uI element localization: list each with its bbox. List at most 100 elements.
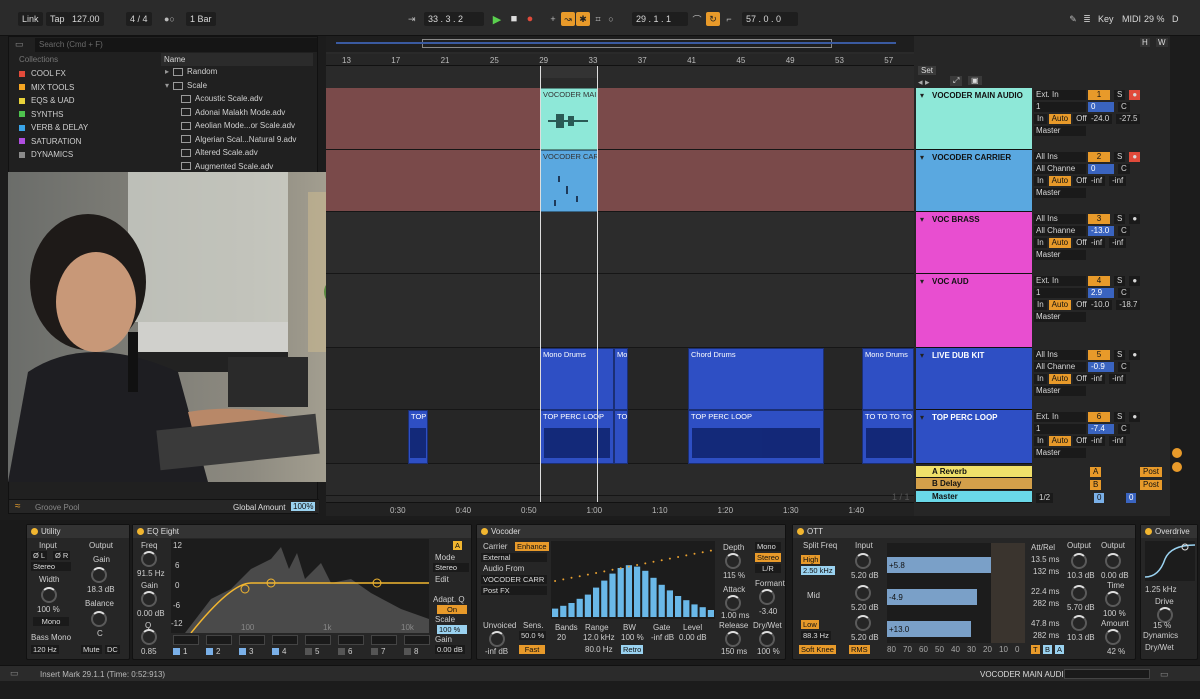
automation-arm-icon[interactable]: ↝ [561, 12, 575, 26]
groove-pool-icon[interactable]: ≈ [15, 501, 21, 512]
collection-item[interactable]: SATURATION [19, 135, 81, 148]
status-toggle-icon[interactable]: ▭ [10, 668, 19, 679]
track-header[interactable]: ▾ VOC BRASS [916, 212, 1032, 274]
arm-icon[interactable]: ● [1129, 350, 1141, 360]
master-volume[interactable]: 0 [1094, 493, 1105, 503]
master-pan[interactable]: 0 [1126, 493, 1137, 503]
link-button[interactable]: Link [18, 12, 43, 26]
pan-field[interactable]: C [1118, 424, 1130, 434]
att-mid[interactable]: 22.4 ms [1031, 587, 1059, 596]
fold-track-icon[interactable]: ▾ [920, 277, 924, 286]
input-channel-select[interactable]: 1 [1034, 288, 1086, 298]
arm-icon[interactable]: ● [1129, 412, 1141, 422]
input-channel-select[interactable]: All Channe [1034, 164, 1086, 174]
stop-icon[interactable]: ■ [507, 12, 521, 26]
band-on-icon[interactable] [404, 648, 411, 655]
mute-button[interactable]: Mute [81, 645, 102, 654]
eq-scale-field[interactable]: 100 % [437, 625, 467, 634]
arm-icon[interactable]: ● [1129, 214, 1141, 224]
eq-q-knob[interactable] [141, 629, 157, 645]
quantize-menu[interactable]: 1 Bar [186, 12, 216, 26]
output-high-knob[interactable] [1071, 553, 1087, 569]
punch-icon[interactable]: ○ [604, 12, 618, 26]
add-locator-icon[interactable]: ◂ ▸ [918, 77, 930, 88]
fold-track-icon[interactable]: ▾ [920, 413, 924, 422]
input-type-select[interactable]: All Ins [1034, 214, 1086, 224]
eq-band-filter[interactable]: 8 [404, 635, 430, 656]
output-mid-knob[interactable] [1071, 585, 1087, 601]
eq-out-gain-field[interactable]: 0.00 dB [435, 645, 465, 654]
input-channel-select[interactable]: All Channe [1034, 226, 1086, 236]
ott-t-button[interactable]: T [1031, 645, 1040, 654]
draw-mode-icon[interactable]: ✎ [1066, 12, 1080, 26]
monitor-in-button[interactable]: In [1034, 114, 1047, 124]
master-header[interactable]: Master [916, 491, 1032, 503]
tempo-field[interactable]: 127.00 [68, 12, 104, 26]
range-low-value[interactable]: 80.0 Hz [585, 645, 613, 654]
keyboard-icon[interactable]: ≣ [1080, 12, 1094, 26]
bw-value[interactable]: 100 % [621, 633, 644, 642]
input-low-knob[interactable] [855, 615, 871, 631]
record-icon[interactable]: ● [523, 12, 537, 26]
browser-toggle-icon[interactable]: ▭ [15, 39, 24, 50]
ott-title[interactable]: OTT [793, 525, 1135, 538]
input-channel-select[interactable]: 1 [1034, 424, 1086, 434]
eq-band-filter[interactable]: 2 [206, 635, 232, 656]
mono-button[interactable]: Mono [755, 542, 781, 551]
pan-field[interactable]: C [1118, 164, 1130, 174]
solo-button[interactable]: S [1114, 350, 1126, 360]
rel-mid[interactable]: 282 ms [1033, 599, 1059, 608]
loop-length[interactable]: 57 . 0 . 0 [742, 12, 798, 26]
eq-mode-select[interactable]: Stereo [433, 563, 469, 572]
input-type-select[interactable]: All Ins [1034, 350, 1086, 360]
vocoder-drywet-knob[interactable] [759, 631, 775, 647]
ott-meter-display[interactable]: +5.8 -4.9 +13.0 [887, 543, 1025, 643]
fold-track-icon[interactable]: ▾ [920, 91, 924, 100]
track-header[interactable]: ▾ LIVE DUB KIT [916, 348, 1032, 410]
file-item[interactable]: Altered Scale.adv [181, 148, 258, 157]
vocoder-title[interactable]: Vocoder [477, 525, 785, 538]
collection-item[interactable]: DYNAMICS [19, 148, 73, 161]
pan-field[interactable]: C [1118, 102, 1130, 112]
gain-knob[interactable] [91, 567, 107, 583]
monitor-in-button[interactable]: In [1034, 300, 1047, 310]
band-on-icon[interactable] [305, 648, 312, 655]
overdrive-title[interactable]: Overdrive [1141, 525, 1197, 538]
eq-audition-button[interactable]: A [453, 541, 463, 550]
rms-toggle[interactable]: RMS [849, 645, 870, 654]
output-select[interactable]: Master [1034, 188, 1086, 198]
band-on-icon[interactable] [272, 648, 279, 655]
volume-field[interactable]: 2.9 [1088, 288, 1114, 298]
band-on-icon[interactable] [173, 648, 180, 655]
formant-knob[interactable] [759, 589, 775, 605]
overdub-icon[interactable]: + [546, 12, 560, 26]
gate-value[interactable]: -inf dB [651, 633, 674, 642]
output-select[interactable]: Master [1034, 312, 1086, 322]
utility-title[interactable]: Utility [27, 525, 129, 538]
volume-field[interactable]: 0 [1088, 102, 1114, 112]
side-toggle-icon[interactable] [1172, 448, 1182, 458]
volume-field[interactable]: 0 [1088, 164, 1114, 174]
pan-field[interactable]: C [1118, 362, 1130, 372]
low-band-toggle[interactable]: Low [801, 620, 819, 629]
rel-low[interactable]: 282 ms [1033, 631, 1059, 640]
att-low[interactable]: 47.8 ms [1031, 619, 1059, 628]
att-high[interactable]: 13.5 ms [1031, 555, 1059, 564]
monitor-auto-button[interactable]: Auto [1048, 114, 1072, 124]
band-on-icon[interactable] [338, 648, 345, 655]
volume-field[interactable]: -13.0 [1088, 226, 1114, 236]
side-toggle-icon[interactable] [1172, 462, 1182, 472]
depth-knob[interactable] [725, 553, 741, 569]
return-b-button[interactable]: B [1090, 480, 1102, 490]
monitor-in-button[interactable]: In [1034, 176, 1047, 186]
stereo-button[interactable]: Stereo [755, 553, 781, 562]
bass-mono-label[interactable]: Bass Mono [31, 633, 71, 642]
monitor-auto-button[interactable]: Auto [1048, 238, 1072, 248]
vocoder-device[interactable]: Vocoder Carrier Enhance External Audio F… [476, 524, 786, 660]
time-signature[interactable]: 4 / 4 [126, 12, 152, 26]
punch-in-icon[interactable]: ⌒ [690, 12, 704, 26]
range-high-value[interactable]: 12.0 kHz [583, 633, 615, 642]
input-channel-select[interactable]: All Channe [1034, 362, 1086, 372]
return-a-post[interactable]: Post [1140, 467, 1163, 477]
pan-field[interactable]: C [1118, 288, 1130, 298]
